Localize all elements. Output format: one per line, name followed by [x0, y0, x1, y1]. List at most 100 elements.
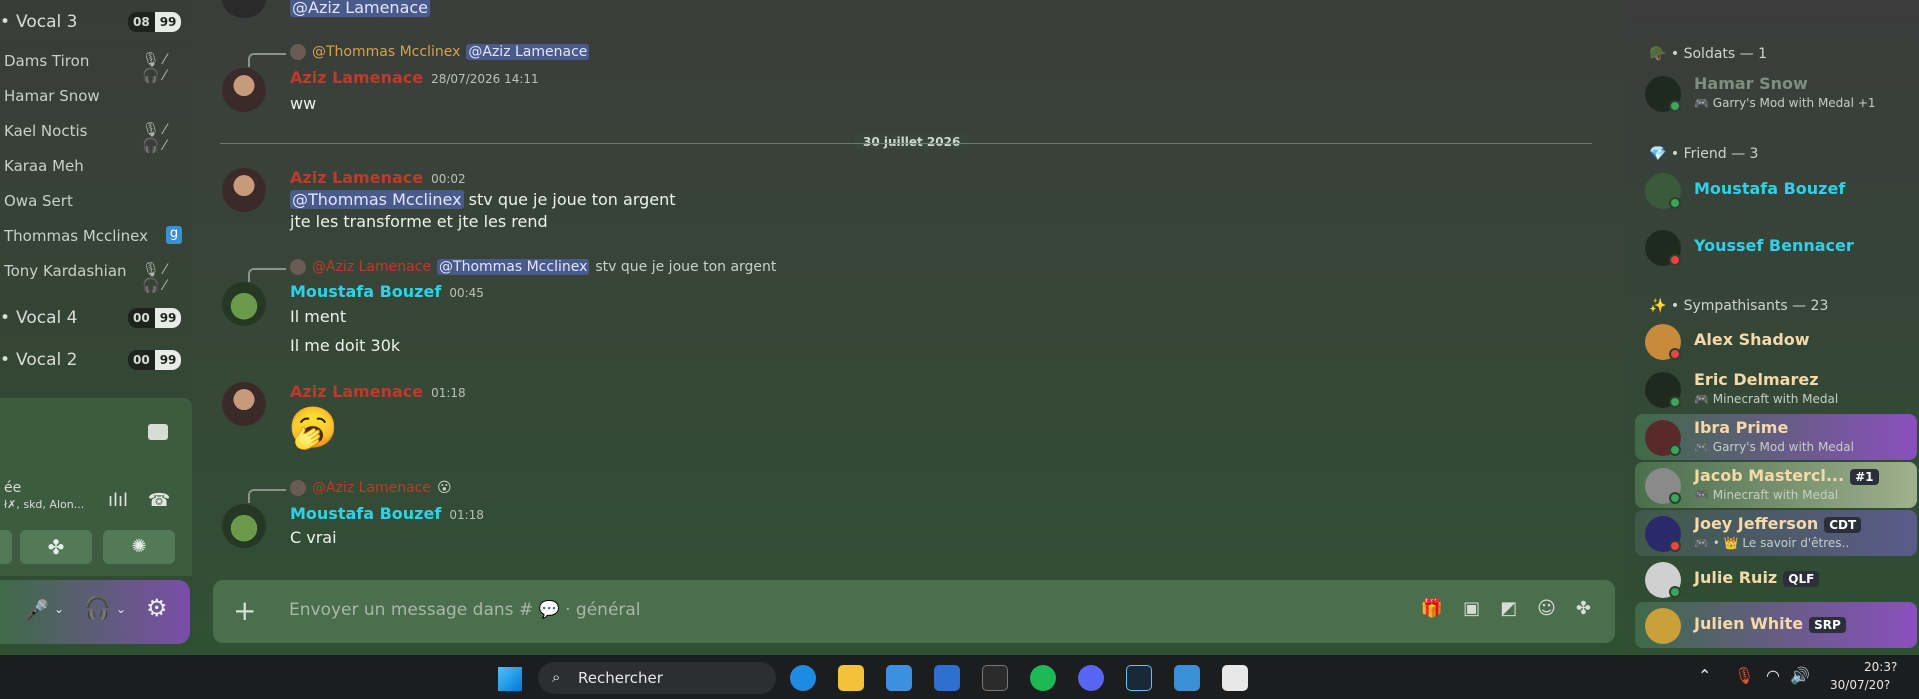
group-icon: 🪖 [1649, 46, 1671, 62]
activity-status: 🎮 Garry's Mod with Medal +1 [1694, 96, 1876, 110]
gif-icon[interactable]: ▣ [1463, 598, 1480, 619]
member-name: Joey Jefferson CDT [1694, 514, 1862, 533]
member-item[interactable]: Joey Jefferson CDT 🎮 • 👑 Le savoir d'être… [1635, 510, 1917, 556]
yawning-emoji: 🥱 [288, 405, 338, 451]
reply-preview[interactable]: @Aziz Lamenace 😮 [248, 480, 452, 503]
message-author[interactable]: Aziz Lamenace 00:02 [290, 168, 466, 187]
avatar[interactable] [222, 382, 266, 426]
mail-icon[interactable] [934, 665, 960, 691]
voice-category-vocal-4[interactable]: • Vocal 4 00 99 [0, 308, 182, 328]
avatar[interactable] [222, 0, 266, 18]
voice-user[interactable]: Hamar Snow [4, 87, 100, 105]
edge-icon[interactable] [790, 665, 816, 691]
snipping-tool-icon[interactable] [1222, 665, 1248, 691]
category-label: Vocal 3 [16, 12, 78, 32]
taskbar-search[interactable]: ⌕ Rechercher [538, 662, 776, 694]
message-author[interactable]: Aziz Lamenace 01:18 [290, 382, 466, 401]
file-explorer-icon[interactable] [838, 665, 864, 691]
gift-icon[interactable]: 🎁 [1421, 598, 1443, 619]
voice-user[interactable]: Thommas Mcclinex [4, 227, 148, 245]
member-item[interactable]: Moustafa Bouzef [1635, 167, 1917, 213]
add-attachment-button[interactable]: + [233, 594, 256, 627]
emoji-picker-icon[interactable]: ☺ [1537, 598, 1556, 619]
member-item[interactable]: Julien White SRP [1635, 602, 1917, 648]
voice-user[interactable]: Kael Noctis [4, 122, 87, 140]
settings-gear-icon[interactable]: ⚙ [146, 594, 168, 622]
member-item[interactable]: Hamar Snow 🎮 Garry's Mod with Medal +1 [1635, 70, 1917, 116]
avatar [290, 44, 306, 60]
user-count-badge: 00 99 [128, 308, 182, 328]
diamond-icon: 💎 [1649, 146, 1671, 162]
voice-user[interactable]: Dams Tiron [4, 52, 89, 70]
voice-connection-panel: ée ł✗, skd, Alon... ılıl ☎ ✤ ✺ [0, 398, 192, 576]
date-divider-line [220, 143, 1592, 144]
discord-icon[interactable] [1078, 665, 1104, 691]
headphones-icon[interactable]: 🎧 [84, 596, 111, 621]
disconnect-icon[interactable]: ☎ [148, 490, 170, 511]
store-icon[interactable] [886, 665, 912, 691]
volume-icon[interactable]: 🔊 [1790, 666, 1810, 685]
message-input[interactable]: Envoyer un message dans # 💬 · général [289, 600, 641, 620]
avatar[interactable] [222, 168, 266, 212]
microphone-icon[interactable]: 🎤 [24, 598, 49, 622]
avatar[interactable] [222, 504, 266, 548]
voice-user[interactable]: Owa Sert [4, 192, 73, 210]
gmod-icon[interactable] [1174, 665, 1200, 691]
message-text: Il me doit 30k [290, 336, 401, 355]
search-icon: ⌕ [552, 668, 561, 686]
avatar [290, 259, 306, 275]
avatar[interactable] [222, 282, 266, 326]
mention[interactable]: @Aziz Lamenace [290, 0, 431, 17]
activity-status: 🎮 Minecraft with Medal [1694, 392, 1839, 406]
sticker-icon[interactable]: ◩ [1500, 598, 1517, 619]
screen-share-icon[interactable] [148, 424, 168, 440]
message-text: jte les transforme et jte les rend [290, 212, 548, 231]
muted-deafened-icons: 🎙⁄🎧⁄ [142, 262, 171, 294]
voice-category-vocal-3[interactable]: • Vocal 3 08 99 [0, 12, 182, 32]
member-item[interactable]: Jacob Mastercl... #1 🎮 Minecraft with Med… [1635, 462, 1917, 508]
steam-icon[interactable] [1126, 665, 1152, 691]
chevron-down-icon[interactable]: ⌄ [54, 602, 64, 616]
spotify-icon[interactable] [1030, 665, 1056, 691]
member-group-header: 🪖 • Soldats — 1 [1649, 46, 1767, 62]
voice-status-users: ł✗, skd, Alon... [4, 498, 85, 511]
chat-area: @Aziz Lamenace @Thommas Mcclinex @Aziz L… [200, 0, 1612, 580]
message-composer: + Envoyer un message dans # 💬 · général … [213, 580, 1615, 643]
wifi-icon[interactable]: ◠ [1766, 666, 1780, 685]
chevron-down-icon[interactable]: ⌄ [116, 602, 126, 616]
member-item[interactable]: Julie Ruiz QLF [1635, 556, 1917, 602]
camera-button[interactable] [0, 530, 12, 564]
clock-date[interactable]: 30/07/20? [1830, 678, 1890, 692]
member-item[interactable]: Eric Delmarez 🎮 Minecraft with Medal [1635, 366, 1917, 412]
microphone-icon[interactable]: 🎙 [1734, 666, 1754, 685]
voice-user[interactable]: Karaa Meh [4, 157, 84, 175]
clock-time[interactable]: 20:3? [1864, 660, 1897, 674]
message-author[interactable]: Moustafa Bouzef 01:18 [290, 504, 484, 523]
avatar[interactable] [222, 68, 266, 112]
member-item[interactable]: Youssef Bennacer [1635, 224, 1917, 270]
chevron-up-icon[interactable]: ⌃ [1698, 666, 1711, 685]
sparkles-icon: ✨ [1649, 298, 1671, 314]
message-text: C vrai [290, 528, 337, 547]
member-group-header: 💎 • Friend — 3 [1649, 146, 1759, 162]
start-icon[interactable] [498, 667, 522, 691]
user-count-badge: 00 99 [128, 350, 182, 370]
member-item[interactable]: Ibra Prime 🎮 Garry's Mod with Medal [1635, 414, 1917, 460]
voice-category-vocal-2[interactable]: • Vocal 2 00 99 [0, 350, 182, 370]
reply-preview[interactable]: @Thommas Mcclinex @Aziz Lamenace [248, 44, 590, 67]
member-item[interactable]: Alex Shadow [1635, 318, 1917, 364]
muted-deafened-icons: 🎙⁄🎧⁄ [142, 52, 171, 84]
soundboard-icon[interactable]: ılıl [108, 490, 128, 511]
reply-preview[interactable]: @Aziz Lamenace @Thommas Mcclinex stv que… [248, 259, 776, 282]
soundboard-button[interactable]: ✺ [103, 530, 175, 564]
member-name: Julien White SRP [1694, 614, 1846, 633]
member-name: Julie Ruiz QLF [1694, 568, 1820, 587]
activities-button[interactable]: ✤ [20, 530, 92, 564]
voice-user[interactable]: Tony Kardashian [4, 262, 127, 280]
message-author[interactable]: Aziz Lamenace 28/07/2026 14:11 [290, 68, 539, 87]
activity-status: 🎮 Minecraft with Medal [1694, 488, 1839, 502]
message-author[interactable]: Moustafa Bouzef 00:45 [290, 282, 484, 301]
medal-icon[interactable] [982, 665, 1008, 691]
apps-icon[interactable]: ✤ [1576, 598, 1591, 619]
user-control-bar: 🎤 ⌄ 🎧 ⌄ ⚙ [0, 580, 190, 644]
